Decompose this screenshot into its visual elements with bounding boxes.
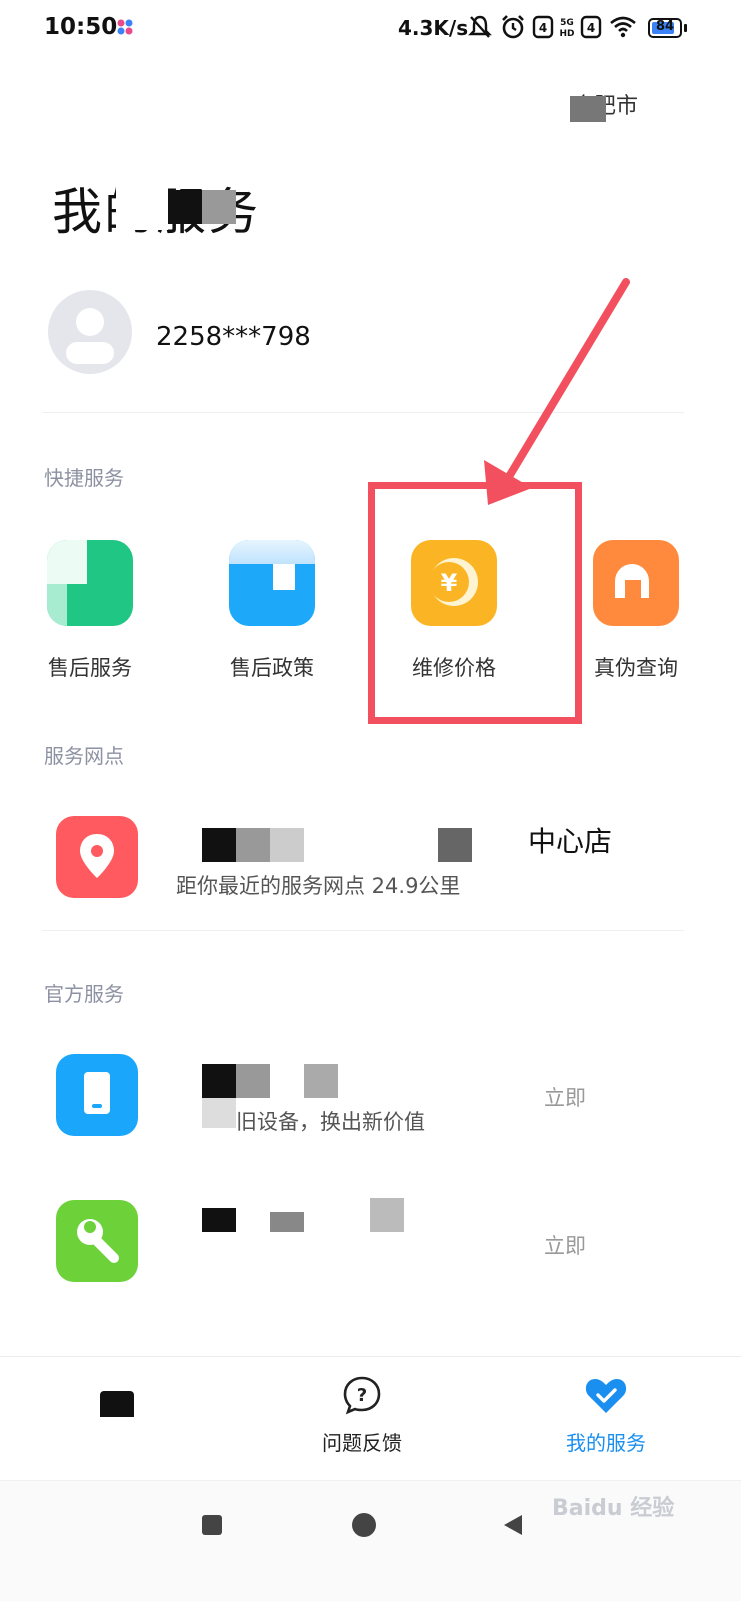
home-icon [100, 1391, 134, 1417]
redaction-mosaic [438, 828, 472, 862]
question-bubble-icon: ? [343, 1376, 381, 1415]
section-title-official-services: 官方服务 [44, 982, 124, 1006]
trade-in-icon [56, 1054, 138, 1136]
wifi-icon [610, 16, 636, 38]
mute-icon [468, 15, 492, 38]
redaction-mosaic [116, 170, 168, 230]
status-time: 10:50 [44, 14, 118, 40]
app-notification-icon [117, 19, 133, 35]
redaction-mosaic [304, 1064, 338, 1098]
quick-service-label: 售后服务 [48, 656, 132, 680]
authenticity-icon [593, 540, 679, 626]
service-action-link[interactable]: 立即 [544, 1082, 586, 1112]
avatar[interactable] [48, 290, 132, 374]
redaction-mosaic [236, 1064, 270, 1098]
recents-button[interactable] [202, 1515, 222, 1535]
section-title-service-points: 服务网点 [44, 744, 124, 768]
location-pin-icon [56, 816, 138, 898]
redaction-mosaic [202, 828, 236, 862]
5g-hd-icon: 5G HD [559, 18, 574, 39]
redaction-mosaic [270, 1212, 304, 1232]
svg-text:4: 4 [587, 21, 595, 35]
svg-text:HD: HD [559, 29, 574, 39]
quick-service-after-sales[interactable]: 售后服务 [30, 540, 150, 682]
svg-text:5G: 5G [560, 18, 574, 28]
alarm-icon [502, 15, 524, 39]
bottom-tab-bar: ? 问题反馈 我的服务 [0, 1356, 741, 1481]
sim-4g-icon: 4 [532, 15, 554, 39]
watermark: Baidu 经验 [552, 1496, 675, 1521]
back-button[interactable] [502, 1513, 524, 1537]
store-name[interactable]: 中心店 [528, 820, 612, 860]
battery-icon: 84 [648, 18, 682, 38]
redaction-mosaic [570, 96, 606, 122]
redaction-mosaic [168, 190, 202, 224]
service-action-link[interactable]: 立即 [544, 1230, 586, 1260]
home-button[interactable] [352, 1513, 376, 1537]
svg-text:4: 4 [539, 21, 547, 35]
redaction-mosaic [202, 1098, 236, 1128]
quick-service-policy[interactable]: 售后政策 [212, 540, 332, 682]
wrench-icon [56, 1200, 138, 1282]
service-subtitle: 旧设备，换出新价值 [236, 1110, 425, 1134]
section-title-quick-services: 快捷服务 [44, 466, 124, 490]
sim2-4g-icon: 4 [580, 15, 602, 39]
after-sales-icon [47, 540, 133, 626]
redaction-mosaic [270, 828, 304, 862]
username: 2258***798 [156, 322, 311, 352]
redaction-mosaic [236, 828, 270, 862]
svg-text:?: ? [357, 1385, 367, 1406]
redaction-mosaic [370, 1198, 404, 1232]
heart-check-icon [585, 1379, 627, 1413]
divider [42, 930, 684, 931]
tab-feedback[interactable]: ? 问题反馈 [282, 1375, 442, 1456]
quick-service-authenticity[interactable]: 真伪查询 [576, 540, 696, 682]
tab-label: 我的服务 [566, 1431, 646, 1455]
store-distance: 距你最近的服务网点 24.9公里 [176, 874, 461, 898]
quick-service-label: 真伪查询 [594, 656, 678, 680]
tab-label: 问题反馈 [322, 1431, 402, 1455]
policy-icon [229, 540, 315, 626]
redaction-mosaic [202, 1064, 236, 1098]
tab-my-services[interactable]: 我的服务 [526, 1375, 686, 1456]
redaction-mosaic [202, 1208, 236, 1232]
quick-service-label: 售后政策 [230, 656, 314, 680]
network-speed: 4.3K/s [398, 16, 469, 40]
annotation-arrow-icon [484, 278, 630, 505]
battery-level: 84 [655, 19, 675, 34]
redaction-mosaic [202, 190, 236, 224]
